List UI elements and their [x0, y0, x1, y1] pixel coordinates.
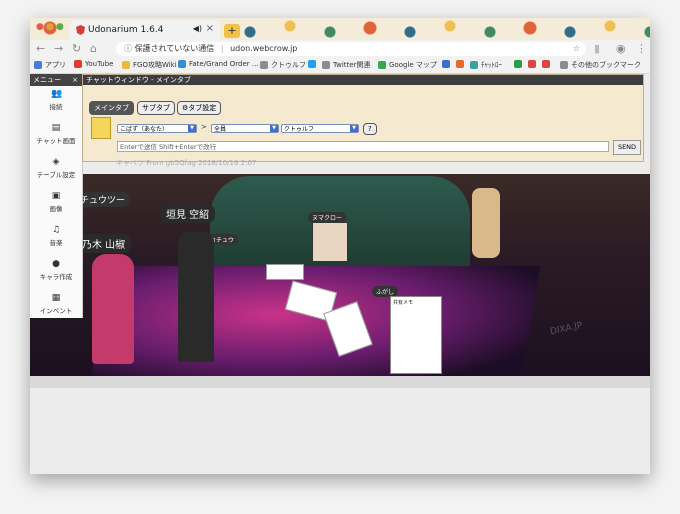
chat-input[interactable]: Enterで送信 Shift+Enterで改行: [117, 141, 609, 152]
window-close-icon[interactable]: ●: [36, 22, 44, 32]
bookmark-fgo-wiki[interactable]: FGO攻略Wiki: [122, 60, 177, 70]
tab-title: Udonarium 1.6.4: [88, 25, 164, 35]
menu-close-icon[interactable]: ×: [72, 74, 78, 86]
target-arrow: >: [201, 123, 207, 131]
bookmark-youtube[interactable]: YouTube: [74, 60, 113, 68]
url-text: udon.webcrow.jp: [230, 44, 298, 53]
menu-title: メニュー: [33, 76, 61, 84]
memo-title: 共有メモ: [393, 300, 414, 306]
chat-title: チャットウィンドウ - メインタブ: [83, 75, 643, 85]
menu-item-table[interactable]: ◈ テーブル設定: [30, 158, 82, 188]
bookmark-drive[interactable]: [514, 60, 525, 68]
system-select[interactable]: クトゥルフ ▼: [281, 124, 359, 133]
layers-icon: ◈: [52, 157, 60, 167]
chat-icon: ▤: [51, 123, 61, 133]
sender-avatar: [91, 117, 111, 139]
info-icon[interactable]: ⓘ: [124, 44, 132, 53]
inventory-icon: ▦: [51, 293, 61, 303]
bookmark-google-maps[interactable]: Google マップ: [378, 60, 437, 70]
speaker-icon[interactable]: ◀): [193, 24, 202, 33]
prev-chat-message: キャベツ From gb5Qfag 2018/10/16 2:07: [116, 159, 257, 167]
image-icon: ▣: [51, 191, 61, 201]
security-status: 保護されていない通信: [134, 44, 215, 53]
music-icon: ♫: [51, 225, 61, 235]
more-menu-icon[interactable]: ⋮: [636, 42, 647, 55]
bookmark-star-icon[interactable]: ☆: [573, 42, 580, 56]
floor-watermark: DIXA.JP: [549, 320, 584, 338]
sender-select[interactable]: こばず（あなた） ▼: [117, 124, 197, 133]
character-pink-girl[interactable]: [92, 254, 134, 364]
bookmark-twitter[interactable]: [308, 60, 319, 68]
browser-toolbar: ← → ↻ ⌂ ⓘ 保護されていない通信 | udon.webcrow.jp ☆…: [30, 40, 650, 58]
card-tray[interactable]: [266, 264, 304, 280]
send-button[interactable]: SEND: [613, 140, 641, 155]
back-arrow-icon[interactable]: ←: [36, 42, 45, 55]
new-tab-button[interactable]: +: [224, 24, 240, 38]
forward-arrow-icon[interactable]: →: [54, 42, 63, 55]
profile-icon[interactable]: ◉: [616, 42, 626, 55]
character-portrait[interactable]: [312, 222, 348, 262]
address-bar[interactable]: ⓘ 保護されていない通信 | udon.webcrow.jp ☆: [116, 42, 586, 56]
tab-sub[interactable]: サブタブ: [137, 101, 175, 115]
window-minimize-icon[interactable]: ●: [46, 22, 54, 32]
angular-favicon-icon: [76, 25, 85, 35]
bookmark-folder-twitter[interactable]: Twitter関連: [322, 60, 370, 70]
menu-item-inventory[interactable]: ▦ インベント: [30, 294, 82, 324]
target-select[interactable]: 全員 ▼: [211, 124, 279, 133]
menu-item-connect[interactable]: 👥 接続: [30, 90, 82, 120]
bookmark-red[interactable]: [542, 60, 553, 68]
bookmark-folder-cthulhu[interactable]: クトゥルフ: [260, 60, 306, 70]
label-nogi: 乃木 山椒: [76, 234, 132, 253]
extension-icon[interactable]: ▮: [594, 42, 600, 55]
reload-icon[interactable]: ↻: [72, 42, 81, 55]
bookmark-p[interactable]: [442, 60, 453, 68]
bookmark-o[interactable]: [456, 60, 467, 68]
bookmark-chatlog[interactable]: ﾁｬｯﾄﾛｰ: [470, 60, 502, 70]
menu-item-music[interactable]: ♫ 音楽: [30, 226, 82, 256]
bookmark-fgo[interactable]: Fate/Grand Order ...: [178, 60, 259, 68]
url-separator: |: [220, 44, 224, 53]
help-button[interactable]: ?: [363, 123, 377, 135]
chat-window: チャットウィンドウ - メインタブ メインタブ サブタブ ⚙タブ設定 こばず（あ…: [82, 74, 644, 162]
label-kakimi: 垣見 空紹: [160, 204, 216, 223]
label-chuutsu: チュウツー: [76, 192, 130, 207]
menu-item-character[interactable]: ● キャラ作成: [30, 260, 82, 290]
bookmark-gmail[interactable]: [528, 60, 539, 68]
neon-table-floor: [89, 266, 541, 386]
bookmarks-bar: アプリ YouTube FGO攻略Wiki Fate/Grand Order .…: [30, 58, 650, 74]
browser-tab[interactable]: Udonarium 1.6.4 ◀) ×: [70, 20, 220, 40]
window-zoom-icon[interactable]: ●: [56, 22, 64, 32]
table-edge: [30, 376, 650, 388]
tab-settings[interactable]: ⚙タブ設定: [177, 101, 222, 115]
bookmark-apps[interactable]: アプリ: [34, 60, 66, 70]
people-icon: 👥: [51, 89, 63, 99]
menu-header: メニュー ×: [30, 74, 82, 86]
character-right[interactable]: [472, 188, 500, 258]
home-icon[interactable]: ⌂: [90, 42, 97, 55]
tab-close-icon[interactable]: ×: [206, 23, 214, 34]
menu-item-image[interactable]: ▣ 画像: [30, 192, 82, 222]
tab-main[interactable]: メインタブ: [89, 101, 134, 115]
character-icon: ●: [52, 259, 60, 269]
shared-memo[interactable]: 共有メモ: [390, 296, 442, 374]
bookmark-folder-other[interactable]: その他のブックマーク: [560, 60, 641, 70]
menu-item-chat[interactable]: ▤ チャット画面: [30, 124, 82, 154]
menu-panel: メニュー × 👥 接続 ▤ チャット画面 ◈ テーブル設定 ▣ 画像 ♫ 音楽 ● キャラ作…: [30, 74, 83, 318]
character-suit-man[interactable]: [178, 232, 214, 362]
tab-bar: ● ● ● Udonarium 1.6.4 ◀) × +: [30, 18, 650, 40]
game-table-scene[interactable]: チュウツー 垣見 空紹 乃木 山椒 ヌマクロー ふがし カチュウ 共有メモ DI…: [30, 174, 650, 388]
